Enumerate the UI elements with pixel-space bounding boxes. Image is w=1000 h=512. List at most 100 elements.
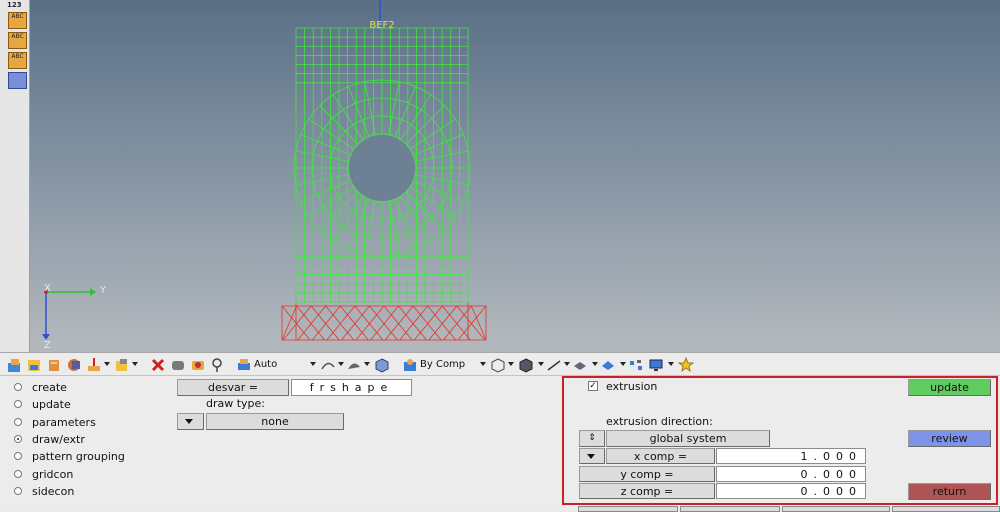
extrusion-checkbox[interactable]: ✓	[588, 381, 598, 391]
radio-update-dot	[14, 400, 22, 408]
loads-icon[interactable]	[86, 357, 102, 373]
solid-display-icon[interactable]	[600, 357, 616, 373]
global-system-button[interactable]: global system	[606, 430, 770, 447]
color-mode-value: By Comp	[420, 359, 466, 370]
base-elements	[281, 303, 487, 341]
materials-icon[interactable]	[66, 357, 82, 373]
shape-panel: create update parameters draw/extr patte…	[0, 376, 1000, 511]
surface-display-dropdown-arrow[interactable]	[592, 362, 598, 366]
radio-sidecon-dot	[14, 487, 22, 495]
y-comp-button[interactable]: y comp =	[579, 466, 715, 482]
radio-draw-extr[interactable]: draw/extr	[14, 431, 85, 447]
color-mode-dropdown-arrow[interactable]	[480, 362, 486, 366]
radio-gridcon-label: gridcon	[32, 467, 74, 481]
display-mode-icon[interactable]	[236, 357, 252, 373]
side-label-123: 123	[7, 1, 22, 9]
radio-pattern-grouping[interactable]: pattern grouping	[14, 448, 125, 464]
radio-gridcon-dot	[14, 470, 22, 478]
monitor-dropdown-arrow[interactable]	[668, 362, 674, 366]
draw-type-button[interactable]: none	[206, 413, 344, 430]
status-tab-3[interactable]	[782, 506, 890, 512]
assemblies-icon[interactable]	[26, 357, 42, 373]
graphics-viewport[interactable]: BEF2 Y X Z 123 ABC ABC ABC	[0, 0, 1000, 352]
geometry-display-icon[interactable]	[518, 357, 534, 373]
status-tab-2[interactable]	[680, 506, 780, 512]
extrusion-label: extrusion	[606, 380, 658, 393]
y-comp-field[interactable]: 0.000	[716, 466, 866, 482]
line-display-icon[interactable]	[546, 357, 562, 373]
display-mode-select[interactable]: Auto	[254, 357, 316, 373]
monitor-icon[interactable]	[648, 357, 664, 373]
mesh-display-dropdown-arrow[interactable]	[508, 362, 514, 366]
model-scene: BEF2 Y X Z	[42, 0, 487, 351]
system-toggle-button[interactable]: ⇕	[579, 430, 605, 447]
shaded-icon[interactable]	[346, 357, 362, 373]
connectors-icon[interactable]	[628, 357, 644, 373]
z-comp-button[interactable]: z comp =	[579, 483, 715, 499]
color-mode-select[interactable]: By Comp	[420, 357, 482, 373]
line-display-dropdown-arrow[interactable]	[564, 362, 570, 366]
axis-y-label: Y	[99, 285, 107, 296]
draw-type-dropdown[interactable]	[177, 413, 204, 430]
radio-update-label: update	[32, 397, 71, 411]
shaded-wire-icon[interactable]	[320, 357, 336, 373]
side-btn-abc-3-label: ABC	[11, 53, 24, 60]
loads-dropdown-arrow[interactable]	[104, 362, 110, 366]
sets-icon[interactable]	[114, 357, 130, 373]
display-mode-value: Auto	[254, 359, 278, 370]
radio-draw-extr-dot	[14, 435, 22, 443]
review-button[interactable]: review	[908, 430, 991, 447]
star-icon[interactable]	[678, 357, 694, 373]
desvar-field[interactable]: frshape	[291, 379, 412, 396]
status-tab-1[interactable]	[578, 506, 678, 512]
radio-create[interactable]: create	[14, 379, 67, 395]
radio-parameters[interactable]: parameters	[14, 414, 96, 430]
unmask-icon[interactable]	[190, 357, 206, 373]
shaded-dropdown-arrow[interactable]	[364, 362, 370, 366]
radio-pattern-grouping-dot	[14, 452, 22, 460]
radio-create-dot	[14, 383, 22, 391]
left-tool-strip: 123 ABC ABC ABC	[0, 0, 30, 352]
draw-type-label: draw type:	[206, 397, 266, 410]
color-by-comp-icon[interactable]	[402, 357, 418, 373]
axis-triad: Y X Z	[42, 283, 107, 351]
display-mode-dropdown-arrow[interactable]	[310, 362, 316, 366]
radio-parameters-label: parameters	[32, 415, 96, 429]
z-comp-field[interactable]: 0.000	[716, 483, 866, 499]
side-btn-abc-2[interactable]: ABC	[8, 32, 27, 49]
visualization-toolbar: Auto By Comp	[0, 352, 1000, 376]
loadcols-icon[interactable]	[46, 357, 62, 373]
radio-create-label: create	[32, 380, 67, 394]
radio-draw-extr-label: draw/extr	[32, 432, 85, 446]
model-label: BEF2	[369, 20, 394, 31]
side-btn-abc-3[interactable]: ABC	[8, 52, 27, 69]
axis-z-label: Z	[44, 340, 51, 351]
x-comp-button[interactable]: x comp =	[606, 448, 715, 464]
shell-mesh	[293, 27, 471, 303]
radio-sidecon-label: sidecon	[32, 484, 75, 498]
return-button[interactable]: return	[908, 483, 991, 500]
surface-display-icon[interactable]	[572, 357, 588, 373]
geometry-display-dropdown-arrow[interactable]	[538, 362, 544, 366]
mesh-display-icon[interactable]	[490, 357, 506, 373]
mask-icon[interactable]	[170, 357, 186, 373]
x-comp-field[interactable]: 1.000	[716, 448, 866, 464]
components-icon[interactable]	[6, 357, 22, 373]
side-btn-plane-icon[interactable]	[8, 72, 27, 89]
x-comp-dropdown[interactable]	[579, 448, 605, 464]
update-button[interactable]: update	[908, 379, 991, 396]
radio-sidecon[interactable]: sidecon	[14, 483, 74, 499]
solid-display-dropdown-arrow[interactable]	[620, 362, 626, 366]
sets-dropdown-arrow[interactable]	[132, 362, 138, 366]
radio-update[interactable]: update	[14, 396, 71, 412]
radio-pattern-grouping-label: pattern grouping	[32, 449, 125, 463]
side-btn-abc-1[interactable]: ABC	[8, 12, 27, 29]
status-tab-4[interactable]	[892, 506, 1000, 512]
shaded-wire-dropdown-arrow[interactable]	[338, 362, 344, 366]
find-icon[interactable]	[210, 357, 226, 373]
cube-icon[interactable]	[374, 357, 390, 373]
radio-gridcon[interactable]: gridcon	[14, 466, 73, 482]
side-btn-abc-2-label: ABC	[11, 33, 24, 40]
desvar-button[interactable]: desvar =	[177, 379, 289, 396]
delete-icon[interactable]	[150, 357, 166, 373]
